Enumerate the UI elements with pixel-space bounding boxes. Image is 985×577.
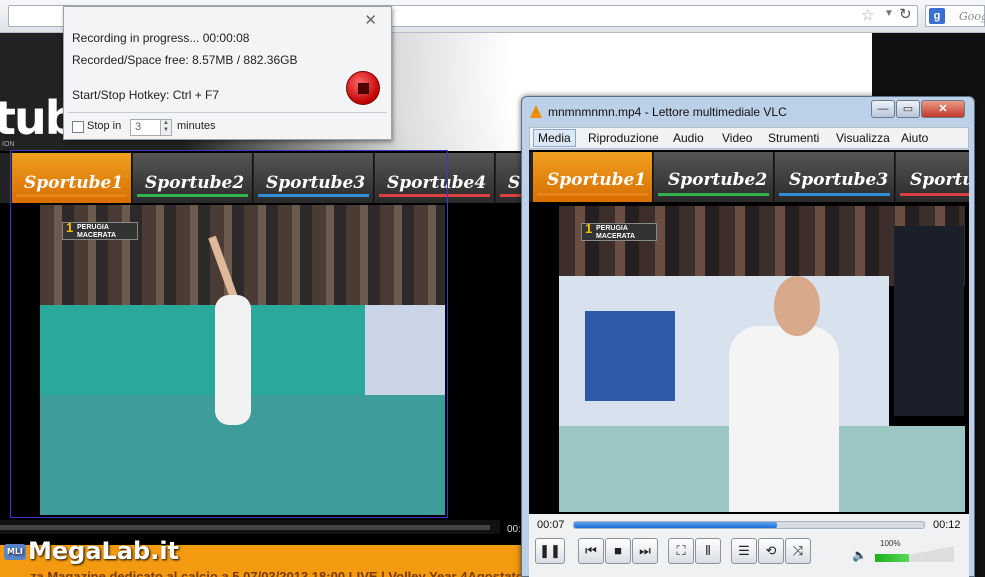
site-tab-sportube3[interactable]: Sportube3 [254, 153, 374, 203]
fullscreen-button[interactable]: ⛶ [668, 538, 694, 564]
menu-riproduzione[interactable]: Riproduzione [588, 131, 659, 145]
video-tab-sportube4: Sportu [896, 152, 969, 202]
hotkey-info: Start/Stop Hotkey: Ctrl + F7 [72, 88, 220, 102]
vlc-video-area[interactable]: Sportube1 Sportube2 Sportube3 Sportu 1 P… [529, 150, 969, 514]
menu-video[interactable]: Video [722, 131, 752, 145]
watermark-badge: MLI [4, 544, 26, 560]
site-tab-sportube4[interactable]: Sportube4 [375, 153, 495, 203]
stop-icon [358, 83, 369, 94]
minutes-label: minutes [177, 120, 216, 132]
record-stop-button[interactable] [346, 71, 380, 105]
recording-status: Recording in progress... 00:00:08 [72, 31, 250, 45]
video-tab-sportube3: Sportube3 [775, 152, 895, 202]
news-ticker[interactable]: za Magazine dedicato al calcio a 5 07/03… [30, 569, 548, 577]
video-tab-sportube2: Sportube2 [654, 152, 774, 202]
search-engine-label: Goog [959, 10, 985, 23]
previous-button[interactable]: ⏮ [578, 538, 604, 564]
menu-visualizza[interactable]: Visualizza [836, 131, 890, 145]
stop-in-checkbox[interactable] [72, 121, 84, 133]
score-badge: 1 PERUGIA MACERATA [62, 221, 138, 240]
total-time: 00:12 [933, 519, 961, 531]
spinner-arrows-icon[interactable]: ▲ ▼ [160, 120, 171, 135]
search-box[interactable]: g Goog [925, 5, 985, 27]
video-tab-sportube1: Sportube1 [533, 152, 653, 202]
pause-button[interactable]: ❚❚ [535, 538, 565, 564]
menu-strumenti[interactable]: Strumenti [768, 131, 819, 145]
vlc-menu-bar: Media Riproduzione Audio Video Strumenti… [529, 127, 969, 149]
elapsed-time: 00:07 [537, 519, 565, 531]
divider [68, 112, 387, 113]
seek-bar[interactable] [573, 521, 925, 529]
menu-aiuto[interactable]: Aiuto [901, 131, 928, 145]
video-site-tabs: Sportube1 Sportube2 Sportube3 Sportu [529, 152, 969, 202]
stop-in-label: Stop in [87, 120, 122, 132]
chevron-down-icon[interactable]: ▼ [884, 8, 894, 19]
recorder-panel: ✕ Recording in progress... 00:00:08 Reco… [63, 6, 392, 140]
speaker-icon[interactable]: 🔈 [852, 548, 867, 562]
close-icon[interactable]: ✕ [364, 11, 377, 29]
recorded-space: Recorded/Space free: 8.57MB / 882.36GB [72, 53, 298, 67]
reload-icon[interactable]: ↻ [899, 5, 912, 23]
site-tab-sportube2[interactable]: Sportube2 [133, 153, 253, 203]
next-button[interactable]: ⏭ [632, 538, 658, 564]
vlc-title-bar[interactable]: mnmnmnmn.mp4 - Lettore multimediale VLC [530, 105, 787, 119]
shuffle-button[interactable]: ⤨ [785, 538, 811, 564]
seek-progress [574, 522, 777, 528]
google-icon[interactable]: g [929, 8, 945, 24]
extended-settings-button[interactable]: ⫴ [695, 538, 721, 564]
site-logo-sub: ION [2, 141, 15, 148]
menu-audio[interactable]: Audio [673, 131, 704, 145]
site-video-seekbar[interactable] [0, 520, 500, 534]
video-frame: 1 PERUGIA MACERATA [559, 206, 965, 512]
score-badge: 1 PERUGIA MACERATA [581, 222, 657, 241]
vlc-cone-icon [530, 105, 542, 118]
playlist-button[interactable]: ☰ [731, 538, 757, 564]
minimize-button[interactable]: — [871, 100, 895, 118]
stop-button[interactable]: ■ [605, 538, 631, 564]
site-video-time: 00: [507, 524, 521, 535]
video-frame [40, 205, 445, 515]
vlc-controls: 00:07 00:12 ❚❚ ⏮ ■ ⏭ ⛶ ⫴ ☰ ⟲ ⤨ 🔈 100% [529, 514, 969, 577]
menu-media[interactable]: Media [533, 129, 576, 147]
maximize-button[interactable]: ▭ [896, 100, 920, 118]
stop-in-spinner[interactable]: 3 ▲ ▼ [130, 119, 172, 136]
bookmark-star-icon[interactable]: ☆ [861, 6, 874, 24]
loop-button[interactable]: ⟲ [758, 538, 784, 564]
close-button[interactable]: ✕ [921, 100, 965, 118]
site-tab-sportube1[interactable]: Sportube1 [12, 153, 132, 203]
vlc-window: mnmnmnmn.mp4 - Lettore multimediale VLC … [521, 96, 975, 577]
volume-level [875, 554, 909, 562]
watermark: MLI MegaLab.it [4, 537, 179, 565]
site-video-player[interactable]: 1 PERUGIA MACERATA [40, 205, 445, 515]
